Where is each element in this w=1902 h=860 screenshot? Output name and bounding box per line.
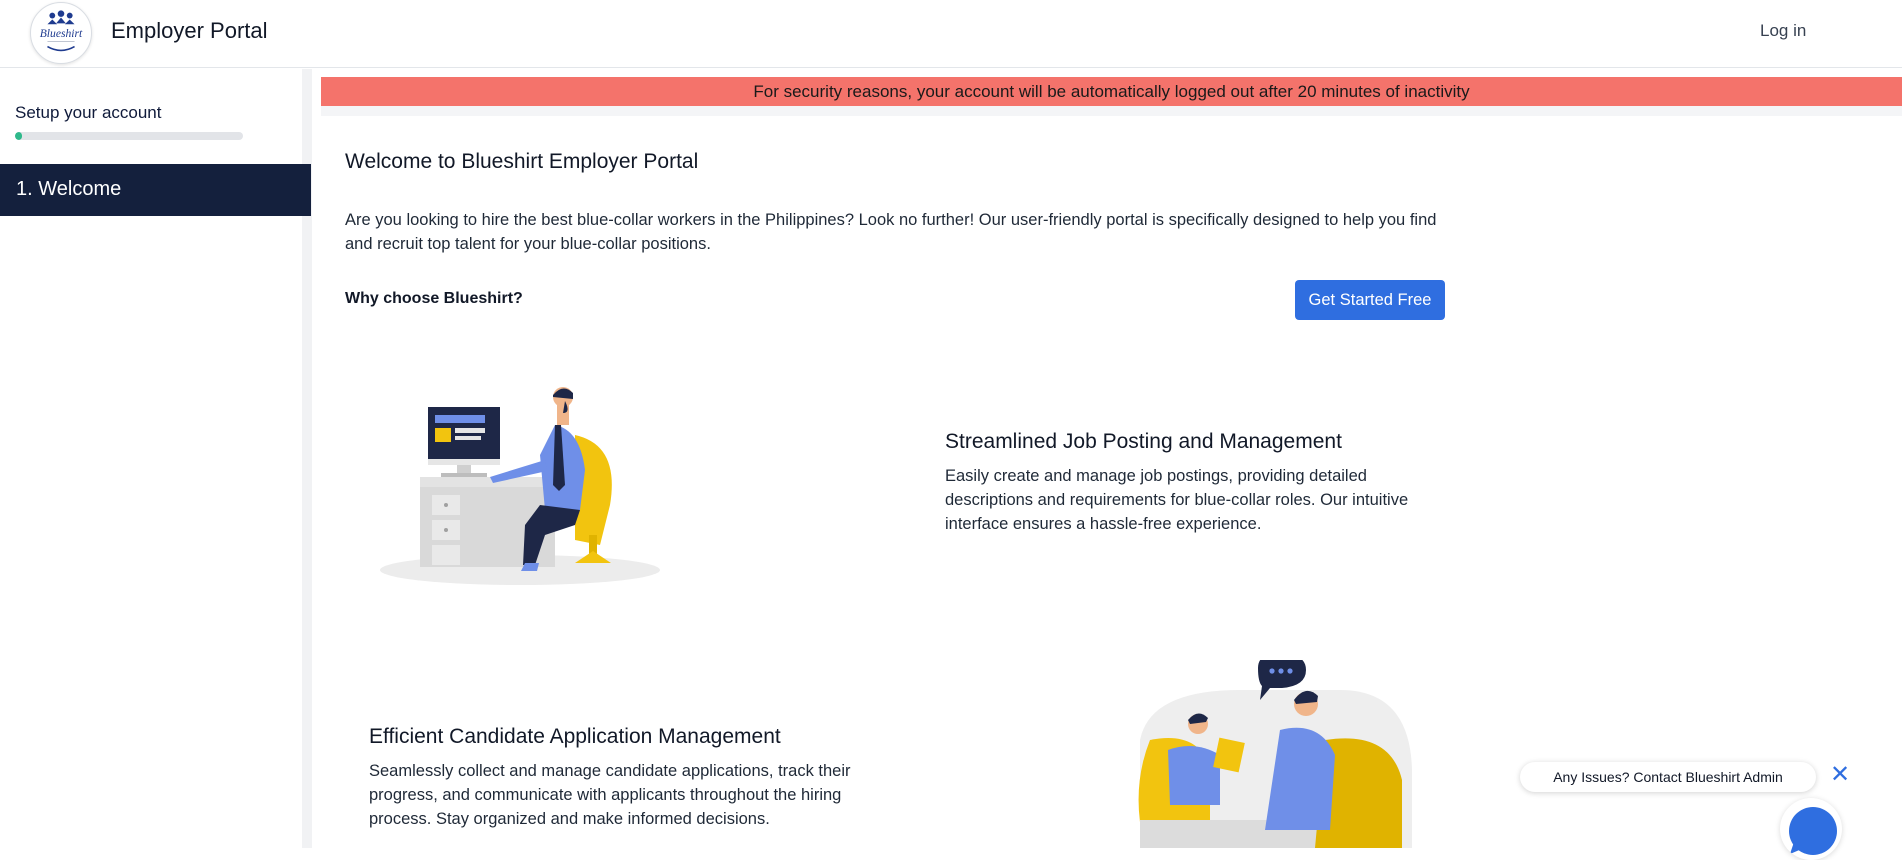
feature-title-candidate-management: Efficient Candidate Application Manageme… (369, 725, 781, 748)
feature-title-job-posting: Streamlined Job Posting and Management (945, 430, 1342, 453)
app-title: Employer Portal (111, 18, 268, 43)
setup-progress-bar (15, 132, 243, 140)
get-started-button[interactable]: Get Started Free (1295, 280, 1445, 320)
close-icon[interactable]: ✕ (1828, 763, 1852, 787)
chat-bubble-icon[interactable] (1780, 798, 1842, 860)
setup-sidebar: Setup your account 1. Welcome (0, 69, 312, 848)
setup-progress-fill (15, 132, 22, 140)
login-link[interactable]: Log in (1760, 21, 1806, 41)
feature-desc-job-posting: Easily create and manage job postings, p… (945, 467, 1409, 533)
blueshirt-logo[interactable]: Blueshirt (30, 2, 92, 64)
sidebar-item-welcome[interactable]: 1. Welcome (0, 164, 311, 216)
security-banner: For security reasons, your account will … (321, 77, 1902, 106)
banner-divider (321, 106, 1902, 116)
interview-illustration (1120, 653, 1420, 848)
svg-text:Blueshirt: Blueshirt (40, 27, 83, 40)
intro-text: Are you looking to hire the best blue-co… (345, 211, 1437, 253)
contact-admin-prompt[interactable]: Any Issues? Contact Blueshirt Admin (1520, 762, 1816, 792)
setup-title: Setup your account (15, 103, 162, 122)
top-navbar: Blueshirt Employer Portal Log in (0, 0, 1902, 68)
worker-at-desk-illustration (375, 385, 675, 590)
feature-desc-candidate-management: Seamlessly collect and manage candidate … (369, 762, 851, 828)
why-heading: Why choose Blueshirt? (345, 290, 523, 307)
page-title: Welcome to Blueshirt Employer Portal (345, 150, 699, 173)
